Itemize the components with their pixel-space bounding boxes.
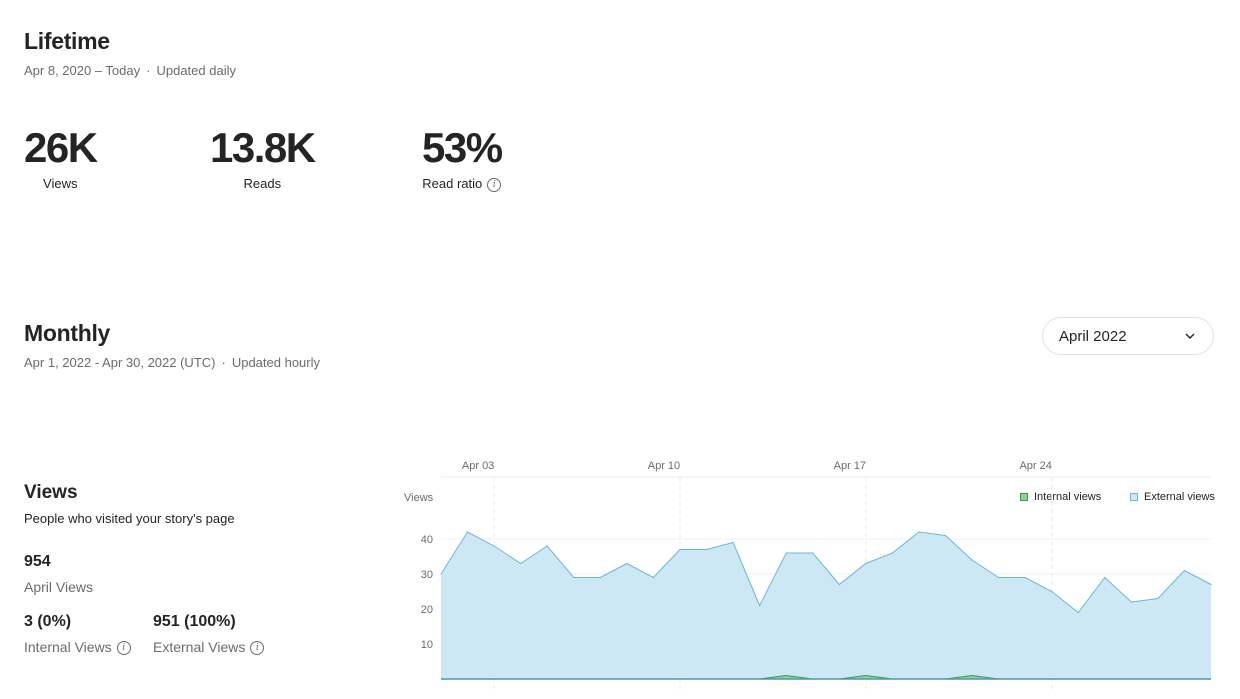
y-tick-label: 30 [421,569,433,581]
external-views-point [520,562,522,565]
external-views-point [785,552,787,554]
external-views-point [626,562,628,565]
external-views-area [441,532,1211,679]
external-views-point [1130,601,1132,603]
external-views-point [971,559,973,561]
external-views-point [865,562,867,565]
external-views-point [1051,590,1053,593]
external-views-point [838,583,840,586]
external-views-point [705,548,708,551]
external-views-point [759,604,761,607]
external-views-point [1210,583,1212,586]
x-tick-label: Apr 03 [462,460,494,472]
y-tick-label: 10 [421,639,433,651]
external-views-point [918,531,920,533]
x-tick-label: Apr 17 [834,460,866,472]
y-tick-label: 20 [421,604,433,616]
external-views-point [1077,611,1079,614]
external-views-point [732,541,734,544]
views-chart: 10 20 30 40 Views Apr 03 Apr 10 Apr 17 Apr 24 [404,460,1212,690]
external-views-point [1157,597,1159,600]
external-views-point [440,573,442,575]
external-views-point [652,576,655,579]
external-views-point [679,548,681,551]
external-views-point [466,531,469,533]
external-views-point [493,545,495,547]
external-views-point [599,576,601,579]
external-views-point [546,545,548,547]
external-views-point [997,576,1000,579]
y-axis-label: Views [404,492,434,504]
x-tick-label: Apr 10 [648,460,680,472]
external-views-point [944,534,947,537]
external-views-point [1024,576,1026,579]
external-views-point [812,552,814,554]
external-views-point [891,552,893,554]
external-views-point [573,576,575,579]
external-views-point [1183,569,1186,572]
y-tick-label: 40 [421,534,433,546]
x-tick-label: Apr 24 [1019,460,1051,472]
external-views-point [1104,576,1106,579]
